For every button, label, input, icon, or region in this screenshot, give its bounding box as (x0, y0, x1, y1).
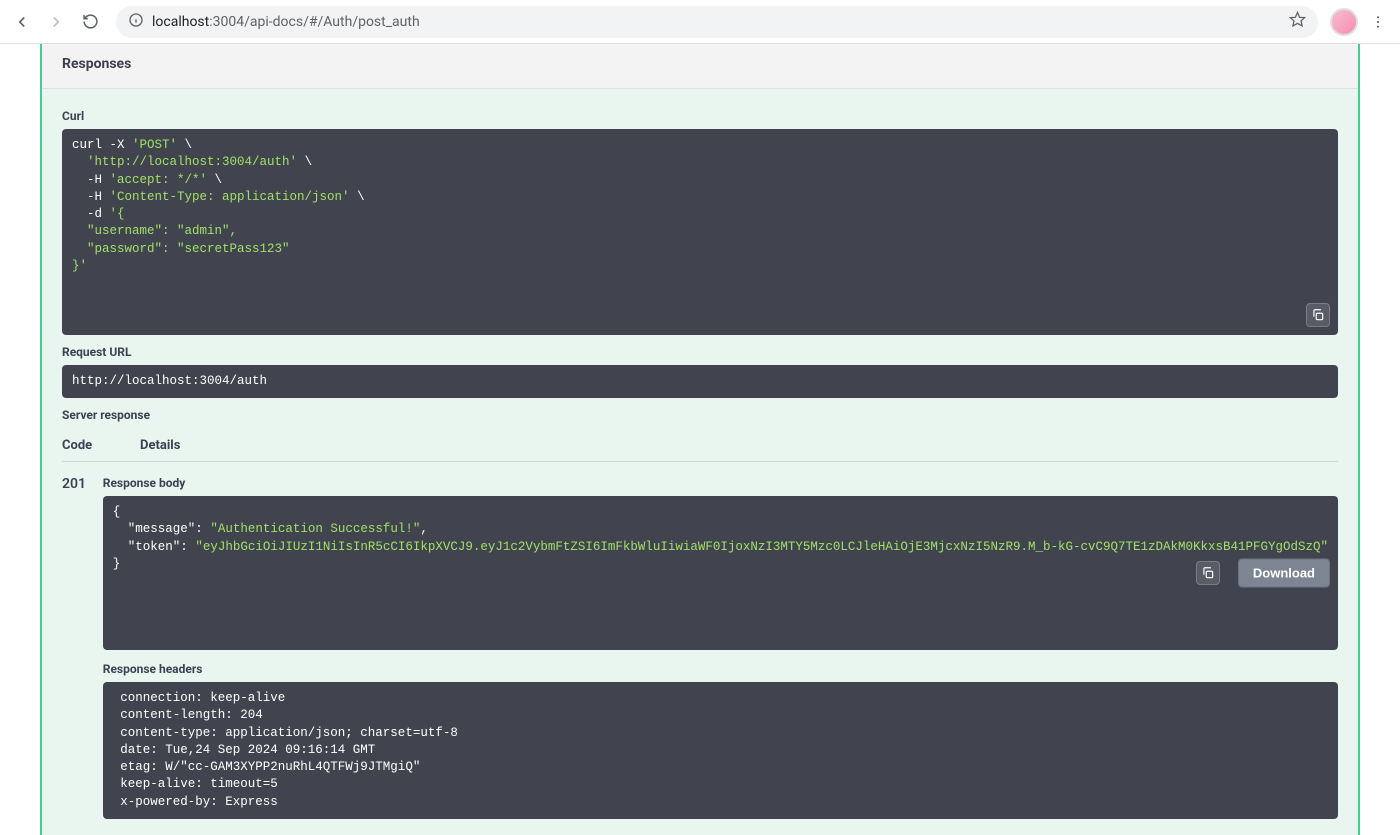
response-code: 201 (62, 476, 103, 831)
copy-curl-button[interactable] (1306, 303, 1330, 327)
col-code: Code (62, 438, 140, 453)
address-bar[interactable]: localhost:3004/api-docs/#/Auth/post_auth (116, 6, 1318, 38)
response-headers-label: Response headers (103, 662, 1338, 676)
col-details: Details (140, 438, 180, 453)
browser-toolbar: localhost:3004/api-docs/#/Auth/post_auth (0, 0, 1400, 44)
response-table-header: Code Details (62, 428, 1338, 462)
server-response-label: Server response (62, 408, 1338, 422)
operation-panel: Responses Curl curl -X 'POST' \ 'http://… (40, 44, 1360, 835)
url-text: localhost:3004/api-docs/#/Auth/post_auth (152, 14, 420, 30)
copy-response-button[interactable] (1196, 561, 1220, 585)
request-url-value[interactable]: http://localhost:3004/auth (62, 365, 1338, 398)
browser-menu-icon[interactable] (1364, 8, 1392, 36)
back-button[interactable] (8, 8, 36, 36)
responses-header: Responses (42, 44, 1358, 89)
curl-code[interactable]: curl -X 'POST' \ 'http://localhost:3004/… (62, 129, 1338, 335)
site-info-icon[interactable] (128, 12, 144, 32)
profile-avatar[interactable] (1330, 8, 1358, 36)
bookmark-icon[interactable] (1289, 11, 1306, 32)
download-button[interactable]: Download (1238, 559, 1330, 588)
response-headers[interactable]: connection: keep-alive content-length: 2… (103, 682, 1338, 819)
reload-button[interactable] (76, 8, 104, 36)
response-row: 201 Response body { "message": "Authenti… (62, 462, 1338, 831)
responses-title: Responses (62, 56, 1338, 72)
response-body[interactable]: { "message": "Authentication Successful!… (103, 496, 1338, 650)
response-body-label: Response body (103, 476, 1338, 490)
request-url-label: Request URL (62, 345, 1338, 359)
curl-label: Curl (62, 109, 1338, 123)
forward-button[interactable] (42, 8, 70, 36)
